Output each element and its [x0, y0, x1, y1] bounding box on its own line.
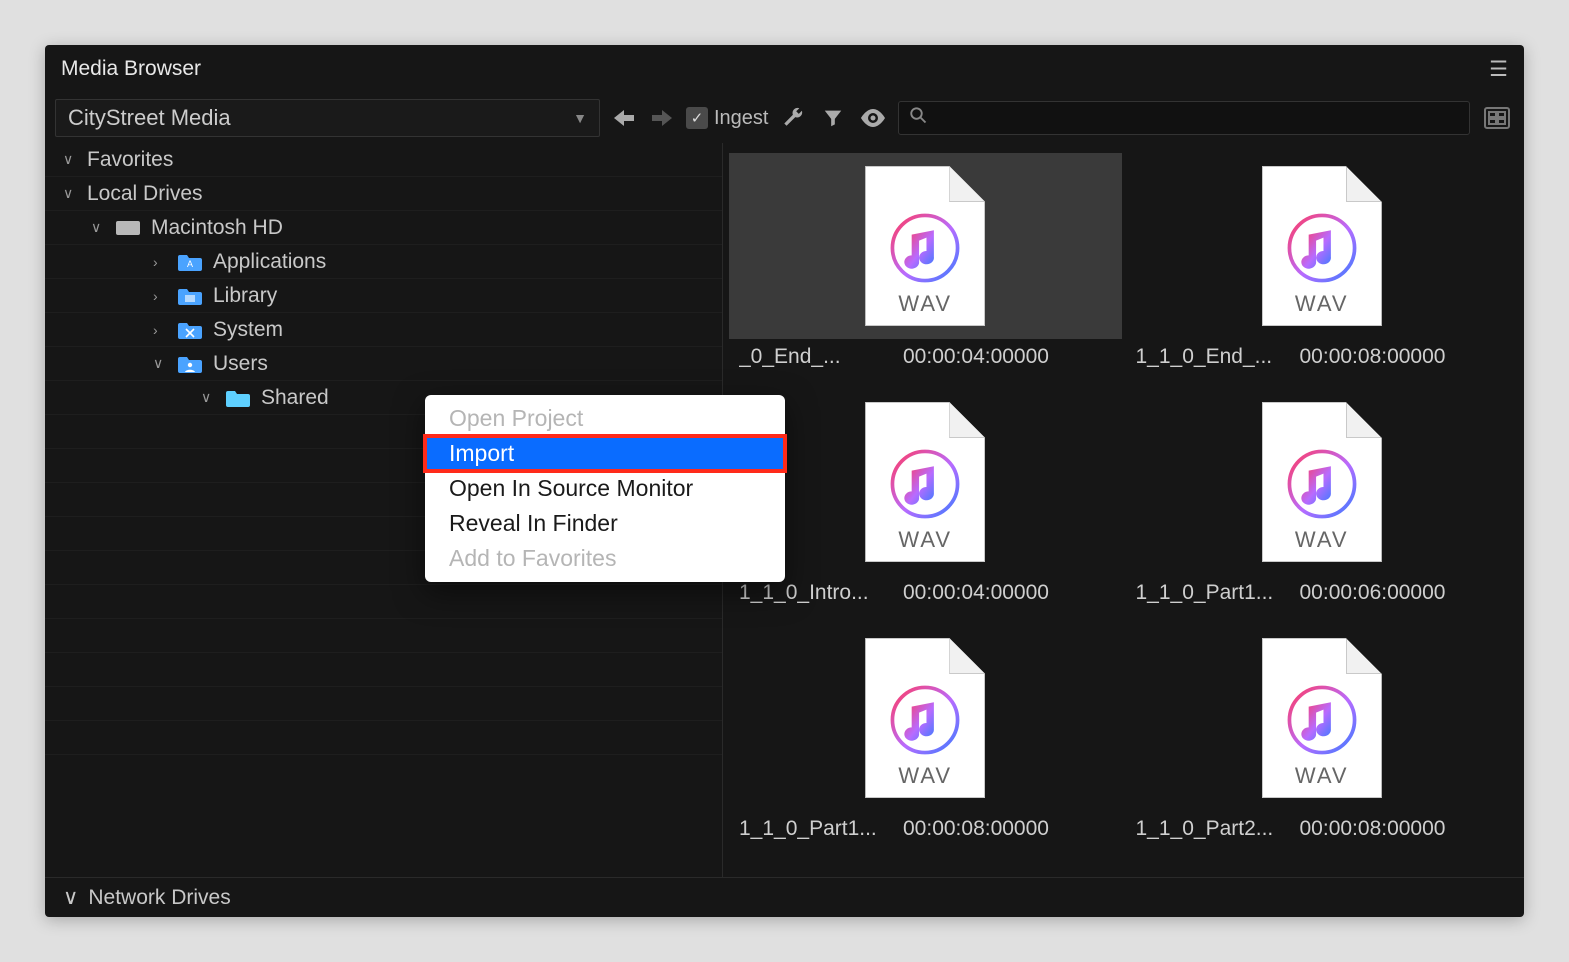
- file-name: 1_1_0_Part1...: [739, 817, 889, 841]
- file-item[interactable]: WAV 1_1_0_Intro... 00:00:04:00000: [729, 381, 1122, 613]
- file-duration: 00:00:08:00000: [1300, 345, 1446, 369]
- project-dropdown[interactable]: CityStreet Media ▼: [55, 99, 600, 137]
- tree-label: Library: [213, 284, 277, 308]
- panel-menu-icon[interactable]: ☰: [1489, 57, 1508, 82]
- tree-label: Local Drives: [87, 182, 203, 206]
- file-meta: 1_1_0_Intro... 00:00:04:00000: [729, 575, 1122, 613]
- context-menu-item: Open Project: [425, 401, 785, 436]
- chevron-down-icon: ∨: [153, 355, 167, 372]
- panel-title: Media Browser: [61, 57, 201, 81]
- chevron-right-icon: ›: [153, 288, 167, 304]
- tree-item-applications[interactable]: › A Applications: [45, 245, 722, 279]
- eye-icon[interactable]: [858, 109, 888, 127]
- file-item[interactable]: WAV 1_1_0_End_... 00:00:08:00000: [1126, 145, 1519, 377]
- chevron-right-icon: ›: [153, 254, 167, 270]
- chevron-down-icon: ∨: [63, 185, 77, 202]
- folder-icon: [177, 353, 203, 375]
- tree-label: Shared: [261, 386, 329, 410]
- file-item[interactable]: WAV 1_1_0_Part2... 00:00:08:00000: [1126, 617, 1519, 849]
- tree-empty-row: [45, 721, 722, 755]
- tree-label: System: [213, 318, 283, 342]
- file-thumbnail: WAV: [1126, 625, 1519, 811]
- file-name: 1_1_0_End_...: [1136, 345, 1286, 369]
- chevron-down-icon: ∨: [63, 151, 77, 168]
- file-meta: 1_1_0_Part1... 00:00:08:00000: [729, 811, 1122, 849]
- media-browser-panel: Media Browser ☰ CityStreet Media ▼ ✓ Ing…: [45, 45, 1524, 917]
- panel-titlebar: Media Browser ☰: [45, 45, 1524, 93]
- tree-item-users[interactable]: ∨ Users: [45, 347, 722, 381]
- file-thumbnail: WAV: [1126, 389, 1519, 575]
- tree-label: Applications: [213, 250, 326, 274]
- ingest-toggle[interactable]: ✓ Ingest: [686, 107, 768, 130]
- search-input[interactable]: [933, 108, 1459, 129]
- search-icon: [909, 106, 927, 130]
- file-item[interactable]: WAV 1_1_0_Part1... 00:00:08:00000: [729, 617, 1122, 849]
- file-meta: _0_End_... 00:00:04:00000: [729, 339, 1122, 377]
- chevron-down-icon: ∨: [201, 389, 215, 406]
- nav-back-button[interactable]: [610, 104, 638, 132]
- folder-icon: [225, 387, 251, 409]
- wrench-icon[interactable]: [778, 107, 808, 129]
- toolbar: CityStreet Media ▼ ✓ Ingest: [45, 93, 1524, 143]
- tree-item-macintosh-hd[interactable]: ∨ Macintosh HD: [45, 211, 722, 245]
- tree-label: Users: [213, 352, 268, 376]
- tree-network-drives[interactable]: ∨ Network Drives: [45, 877, 1524, 917]
- file-item[interactable]: WAV 1_1_0_Part1... 00:00:06:00000: [1126, 381, 1519, 613]
- file-thumbnail: WAV: [729, 625, 1122, 811]
- project-dropdown-label: CityStreet Media: [68, 105, 231, 131]
- file-duration: 00:00:08:00000: [1300, 817, 1446, 841]
- file-grid: WAV _0_End_... 00:00:04:00000 WAV 1_1_0_E…: [723, 143, 1524, 877]
- file-thumbnail: WAV: [729, 153, 1122, 339]
- file-duration: 00:00:08:00000: [903, 817, 1049, 841]
- context-menu: Open ProjectImportOpen In Source Monitor…: [425, 395, 785, 582]
- tree-favorites[interactable]: ∨ Favorites: [45, 143, 722, 177]
- file-meta: 1_1_0_End_... 00:00:08:00000: [1126, 339, 1519, 377]
- thumbnail-view-icon[interactable]: [1480, 107, 1514, 129]
- file-duration: 00:00:06:00000: [1300, 581, 1446, 605]
- hdd-icon: [115, 217, 141, 239]
- chevron-right-icon: ›: [153, 322, 167, 338]
- tree-empty-row: [45, 585, 722, 619]
- context-menu-item[interactable]: Reveal In Finder: [425, 506, 785, 541]
- folder-icon: [177, 285, 203, 307]
- tree-label: Favorites: [87, 148, 173, 172]
- folder-icon: [177, 319, 203, 341]
- tree-item-library[interactable]: › Library: [45, 279, 722, 313]
- file-name: _0_End_...: [739, 345, 889, 369]
- file-meta: 1_1_0_Part1... 00:00:06:00000: [1126, 575, 1519, 613]
- tree-empty-row: [45, 653, 722, 687]
- svg-text:A: A: [187, 259, 193, 269]
- file-thumbnail: WAV: [729, 389, 1122, 575]
- checkbox-icon: ✓: [686, 107, 708, 129]
- chevron-down-icon: ▼: [573, 110, 587, 126]
- tree-item-system[interactable]: › System: [45, 313, 722, 347]
- file-name: 1_1_0_Intro...: [739, 581, 889, 605]
- tree-empty-row: [45, 619, 722, 653]
- tree-empty-row: [45, 687, 722, 721]
- folder-icon: A: [177, 251, 203, 273]
- search-box[interactable]: [898, 101, 1470, 135]
- file-item[interactable]: WAV _0_End_... 00:00:04:00000: [729, 145, 1122, 377]
- context-menu-item[interactable]: Import: [425, 436, 785, 471]
- file-name: 1_1_0_Part1...: [1136, 581, 1286, 605]
- file-thumbnail: WAV: [1126, 153, 1519, 339]
- context-menu-item: Add to Favorites: [425, 541, 785, 576]
- chevron-down-icon: ∨: [63, 885, 78, 910]
- tree-label: Network Drives: [88, 886, 230, 910]
- ingest-label: Ingest: [714, 107, 768, 130]
- context-menu-item[interactable]: Open In Source Monitor: [425, 471, 785, 506]
- tree-local-drives[interactable]: ∨ Local Drives: [45, 177, 722, 211]
- nav-forward-button[interactable]: [648, 104, 676, 132]
- file-name: 1_1_0_Part2...: [1136, 817, 1286, 841]
- file-meta: 1_1_0_Part2... 00:00:08:00000: [1126, 811, 1519, 849]
- tree-label: Macintosh HD: [151, 216, 283, 240]
- chevron-down-icon: ∨: [91, 219, 105, 236]
- filter-icon[interactable]: [818, 107, 848, 129]
- file-duration: 00:00:04:00000: [903, 581, 1049, 605]
- file-duration: 00:00:04:00000: [903, 345, 1049, 369]
